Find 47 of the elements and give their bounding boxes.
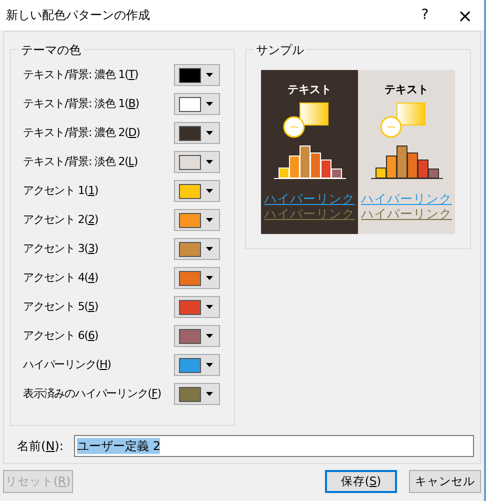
name-label: 名前(N): — [17, 438, 64, 455]
sample-text: テキスト — [288, 82, 332, 98]
dropdown-arrow-icon — [206, 247, 213, 251]
color-picker-button[interactable] — [174, 64, 220, 86]
dropdown-arrow-icon — [206, 131, 213, 135]
color-picker-button[interactable] — [174, 354, 220, 376]
color-label: 表示済みのハイパーリンク(F) — [23, 386, 162, 402]
color-picker-button[interactable] — [174, 93, 220, 115]
group-title: サンプル — [254, 41, 306, 59]
window-title: 新しい配色パターンの作成 — [6, 7, 150, 24]
sample-text: テキスト — [384, 82, 428, 98]
color-picker-button[interactable] — [174, 180, 220, 202]
color-label: ハイパーリンク(H) — [23, 356, 112, 373]
color-picker-button[interactable] — [174, 383, 220, 405]
color-label: テキスト/背景: 濃色 2(D) — [23, 124, 141, 141]
dropdown-arrow-icon — [206, 334, 213, 338]
close-button[interactable]: × — [450, 3, 480, 27]
color-label: アクセント 3(3) — [23, 240, 100, 257]
dropdown-arrow-icon — [206, 276, 213, 280]
help-button[interactable]: ? — [410, 3, 440, 27]
color-label: アクセント 6(6) — [23, 328, 100, 344]
dropdown-arrow-icon — [206, 189, 213, 193]
cancel-button[interactable]: キャンセル — [409, 470, 481, 493]
color-picker-button[interactable] — [174, 267, 220, 289]
color-label: アクセント 4(4) — [23, 270, 100, 286]
color-picker-button[interactable] — [174, 238, 220, 260]
color-label: テキスト/背景: 淡色 2(L) — [23, 154, 139, 170]
dropdown-arrow-icon — [206, 73, 213, 77]
save-button[interactable]: 保存(S) — [325, 470, 397, 493]
color-picker-button[interactable] — [174, 122, 220, 144]
hyperlink[interactable]: ハイパーリンク — [264, 191, 355, 206]
color-label: アクセント 2(2) — [23, 212, 100, 228]
color-label: アクセント 5(5) — [23, 298, 100, 315]
color-label: テキスト/背景: 濃色 1(T) — [23, 66, 140, 83]
color-label: テキスト/背景: 淡色 1(B) — [23, 96, 140, 112]
color-picker-button[interactable] — [174, 325, 220, 347]
color-picker-button[interactable] — [174, 209, 220, 231]
dropdown-arrow-icon — [206, 218, 213, 222]
dropdown-arrow-icon — [206, 363, 213, 367]
color-picker-button[interactable] — [174, 296, 220, 318]
dropdown-arrow-icon — [206, 392, 213, 396]
dropdown-arrow-icon — [206, 160, 213, 164]
name-field[interactable]: ユーザー定義 2 — [74, 435, 474, 457]
dropdown-arrow-icon — [206, 305, 213, 309]
dropdown-arrow-icon — [206, 102, 213, 106]
color-label: アクセント 1(1) — [23, 182, 100, 199]
color-picker-button[interactable] — [174, 151, 220, 173]
